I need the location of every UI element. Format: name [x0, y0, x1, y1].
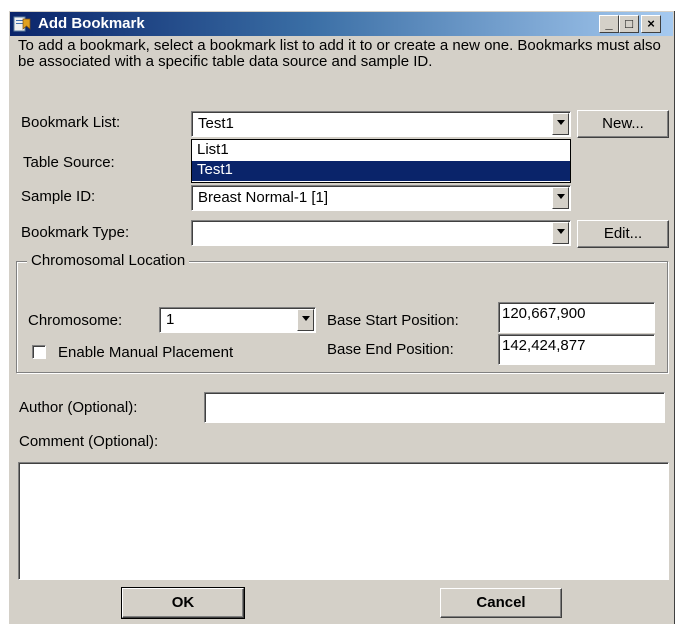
ok-button[interactable]: OK [121, 587, 245, 619]
bookmark-list-combo[interactable]: Test1 [191, 111, 571, 137]
sample-id-label: Sample ID: [21, 188, 96, 205]
bookmark-type-label: Bookmark Type: [21, 224, 130, 241]
chevron-down-icon[interactable] [552, 187, 569, 209]
dropdown-option-list1[interactable]: List1 [192, 141, 570, 161]
window-title: Add Bookmark [38, 15, 145, 32]
cancel-button[interactable]: Cancel [440, 588, 562, 618]
chevron-down-icon[interactable] [552, 222, 569, 244]
table-source-label: Table Source: [23, 154, 115, 171]
base-end-value: 142,424,877 [502, 337, 586, 354]
author-label: Author (Optional): [19, 399, 138, 416]
bookmark-app-icon [13, 16, 31, 32]
base-end-label: Base End Position: [327, 341, 454, 358]
minimize-icon: _ [605, 16, 613, 31]
chromosome-label: Chromosome: [28, 312, 123, 329]
minimize-button[interactable]: _ [599, 15, 619, 33]
close-button[interactable]: × [641, 15, 661, 33]
maximize-icon: □ [625, 16, 633, 31]
base-end-field[interactable]: 142,424,877 [498, 334, 655, 365]
chromosome-value: 1 [166, 311, 175, 328]
bookmark-list-value: Test1 [198, 115, 234, 132]
bookmark-type-combo[interactable] [191, 220, 571, 246]
manual-placement-label: Enable Manual Placement [58, 344, 234, 361]
bookmark-list-label: Bookmark List: [21, 114, 121, 131]
chromosomal-location-title: Chromosomal Location [27, 252, 190, 269]
bookmark-list-dropdown: List1 Test1 [191, 139, 571, 183]
intro-text: To add a bookmark, select a bookmark lis… [18, 37, 661, 70]
title-bar[interactable]: Add Bookmark _ □ × [10, 12, 673, 36]
base-start-label: Base Start Position: [327, 312, 459, 329]
chromosomal-location-group: Chromosomal Location Chromosome: 1 Base … [16, 252, 668, 373]
author-input[interactable] [204, 392, 665, 423]
base-start-value: 120,667,900 [502, 305, 586, 322]
chevron-down-icon[interactable] [552, 113, 569, 135]
sample-id-combo[interactable]: Breast Normal-1 [1] [191, 185, 571, 211]
chromosome-combo[interactable]: 1 [159, 307, 316, 333]
sample-id-value: Breast Normal-1 [1] [198, 189, 329, 206]
add-bookmark-dialog: Add Bookmark _ □ × To add a bookmark, se… [8, 10, 675, 624]
new-list-button[interactable]: New... [577, 110, 669, 138]
maximize-button[interactable]: □ [619, 15, 639, 33]
edit-type-button[interactable]: Edit... [577, 220, 669, 248]
base-start-field[interactable]: 120,667,900 [498, 302, 655, 333]
comment-label: Comment (Optional): [19, 433, 159, 450]
close-icon: × [647, 16, 655, 31]
manual-placement-checkbox[interactable] [32, 345, 46, 359]
comment-textarea[interactable] [18, 462, 669, 580]
dropdown-option-test1[interactable]: Test1 [192, 161, 570, 181]
chevron-down-icon[interactable] [297, 309, 314, 331]
